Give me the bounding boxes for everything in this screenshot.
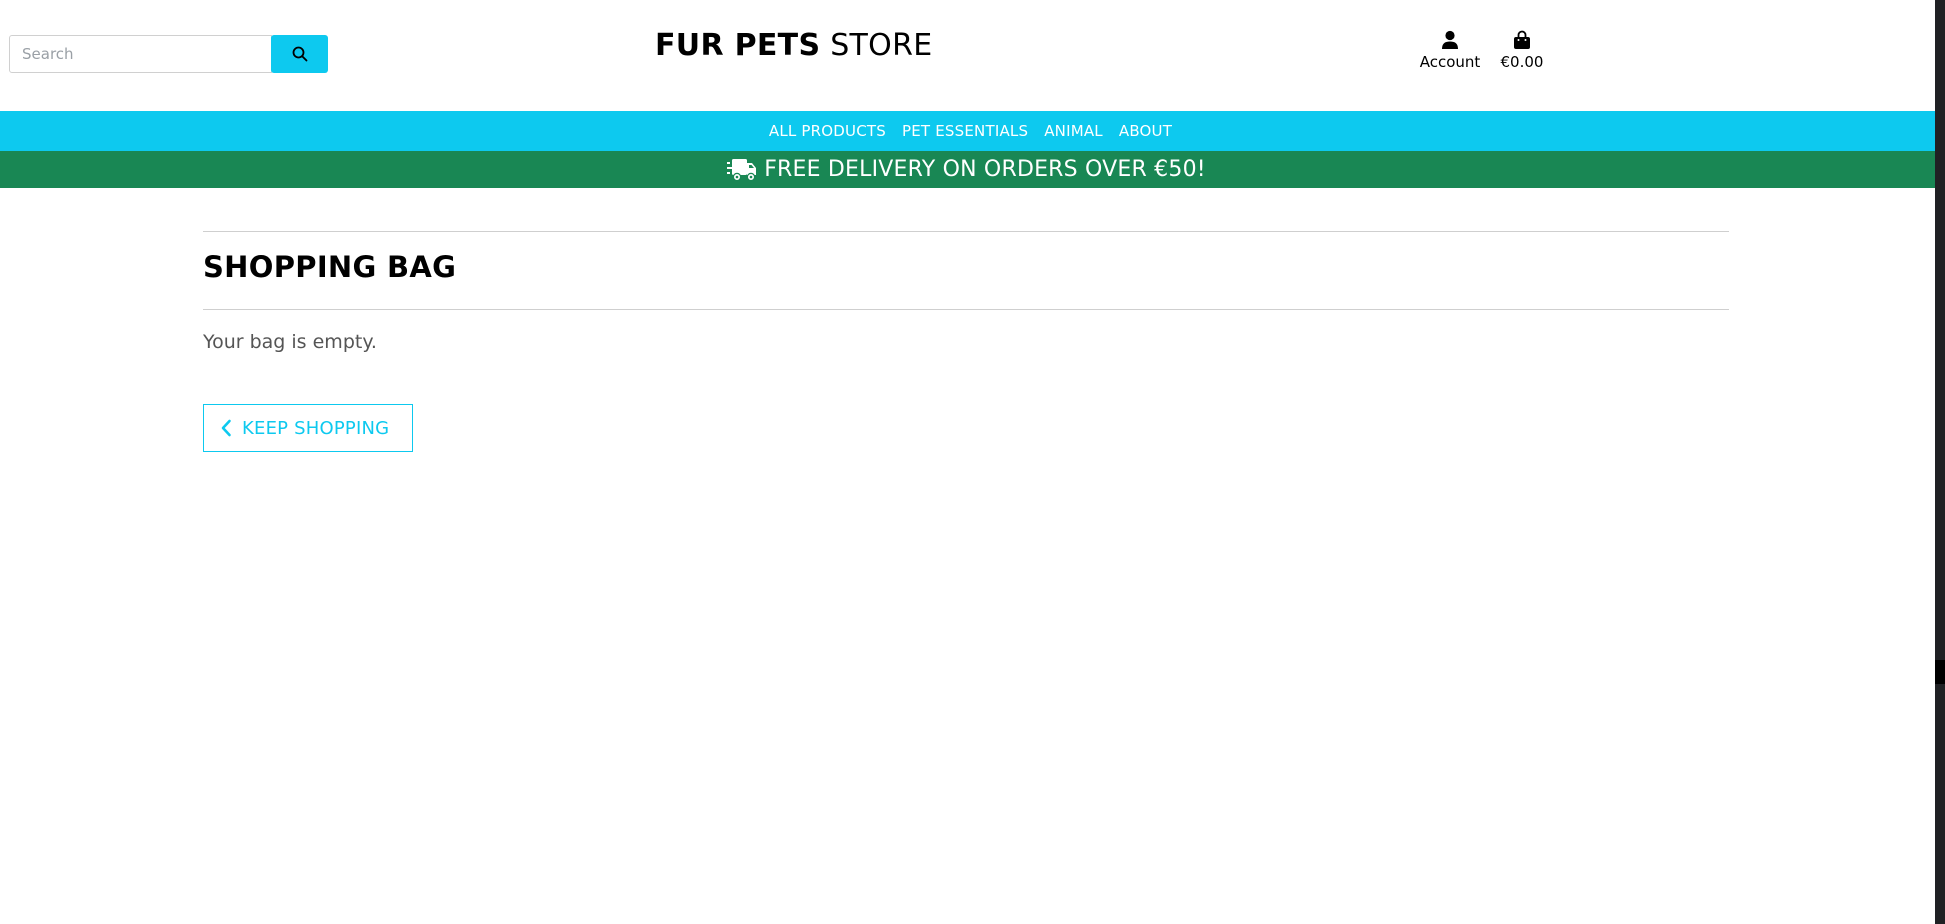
nav-item-all-products[interactable]: ALL PRODUCTS [769,122,886,140]
banner-text: FREE DELIVERY ON ORDERS OVER €50! [764,157,1206,182]
page-title: SHOPPING BAG [203,250,457,284]
chevron-left-icon [221,419,231,437]
keep-shopping-label: KEEP SHOPPING [242,417,390,439]
devtools-block [1935,660,1945,684]
banner-content: FREE DELIVERY ON ORDERS OVER €50! [727,157,1206,182]
nav-item-pet-essentials[interactable]: PET ESSENTIALS [902,122,1028,140]
search-form [9,35,328,73]
site-logo[interactable]: FUR PETS STORE [655,28,932,64]
shipping-truck-icon [727,158,757,181]
search-button[interactable] [271,35,328,73]
search-input[interactable] [9,35,272,73]
empty-bag-message: Your bag is empty. [203,331,377,353]
nav-item-animal[interactable]: ANIMAL [1044,122,1103,140]
divider-bottom [203,309,1729,310]
bag-total: €0.00 [1500,53,1544,71]
delivery-banner: FREE DELIVERY ON ORDERS OVER €50! [0,151,1935,188]
divider-top [203,231,1729,232]
account-label: Account [1419,53,1481,71]
bag-page: SHOPPING BAG Your bag is empty. KEEP SHO… [203,231,1729,452]
shopping-bag-link[interactable]: €0.00 [1494,30,1550,71]
shopping-bag-icon [1514,30,1530,49]
account-menu[interactable]: Account [1410,30,1490,71]
search-icon [292,46,307,62]
devtools-edge [1935,0,1945,924]
logo-light-text: STORE [830,28,933,63]
site-header: FUR PETS STORE Account €0.00 [0,0,1935,111]
keep-shopping-button[interactable]: KEEP SHOPPING [203,404,413,452]
nav-item-about[interactable]: ABOUT [1119,122,1172,140]
devtools-bar [1935,0,1945,70]
nav-list: ALL PRODUCTS PET ESSENTIALS ANIMAL ABOUT [761,122,1180,140]
logo-bold-text: FUR PETS [655,28,821,63]
main-nav: ALL PRODUCTS PET ESSENTIALS ANIMAL ABOUT [0,111,1935,151]
user-icon [1442,30,1458,49]
